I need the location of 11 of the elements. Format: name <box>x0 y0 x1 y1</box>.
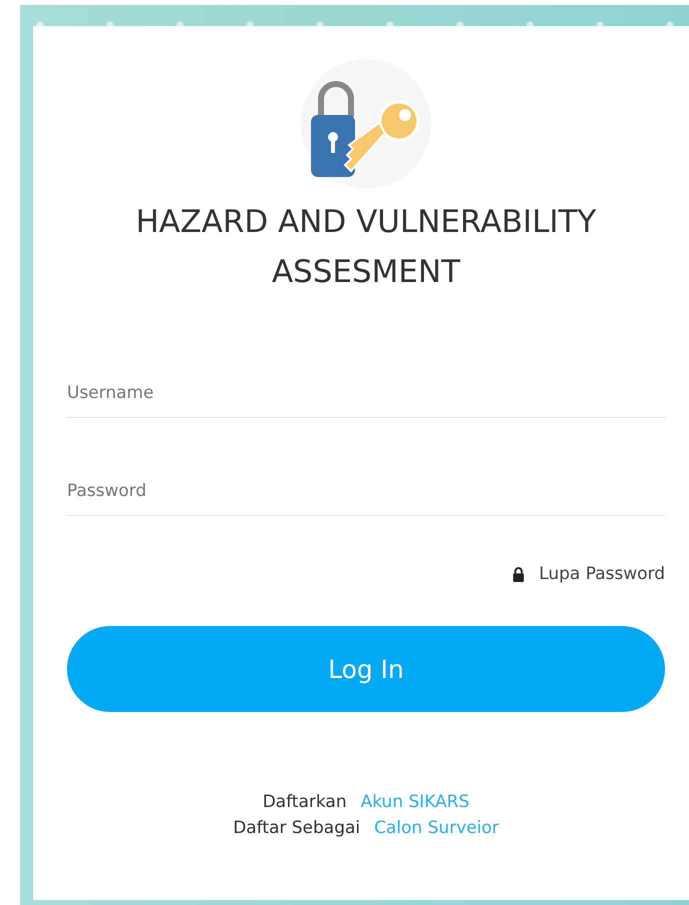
register-label: Daftar Sebagai <box>233 818 360 838</box>
input-field[interactable]: Username <box>67 375 665 418</box>
lock-icon <box>512 566 526 582</box>
register-link[interactable]: Akun SIKARS <box>360 792 470 812</box>
login-button[interactable]: Log In <box>67 626 665 712</box>
logo-icon <box>301 59 431 189</box>
forgot-password-link[interactable]: Lupa Password <box>539 564 665 584</box>
input-field[interactable]: Password <box>67 473 665 516</box>
app-title: HAZARD AND VULNERABILITY ASSESMENT <box>134 203 598 292</box>
register-label: Daftarkan <box>262 792 347 812</box>
register-link[interactable]: Calon Surveior <box>374 818 499 838</box>
